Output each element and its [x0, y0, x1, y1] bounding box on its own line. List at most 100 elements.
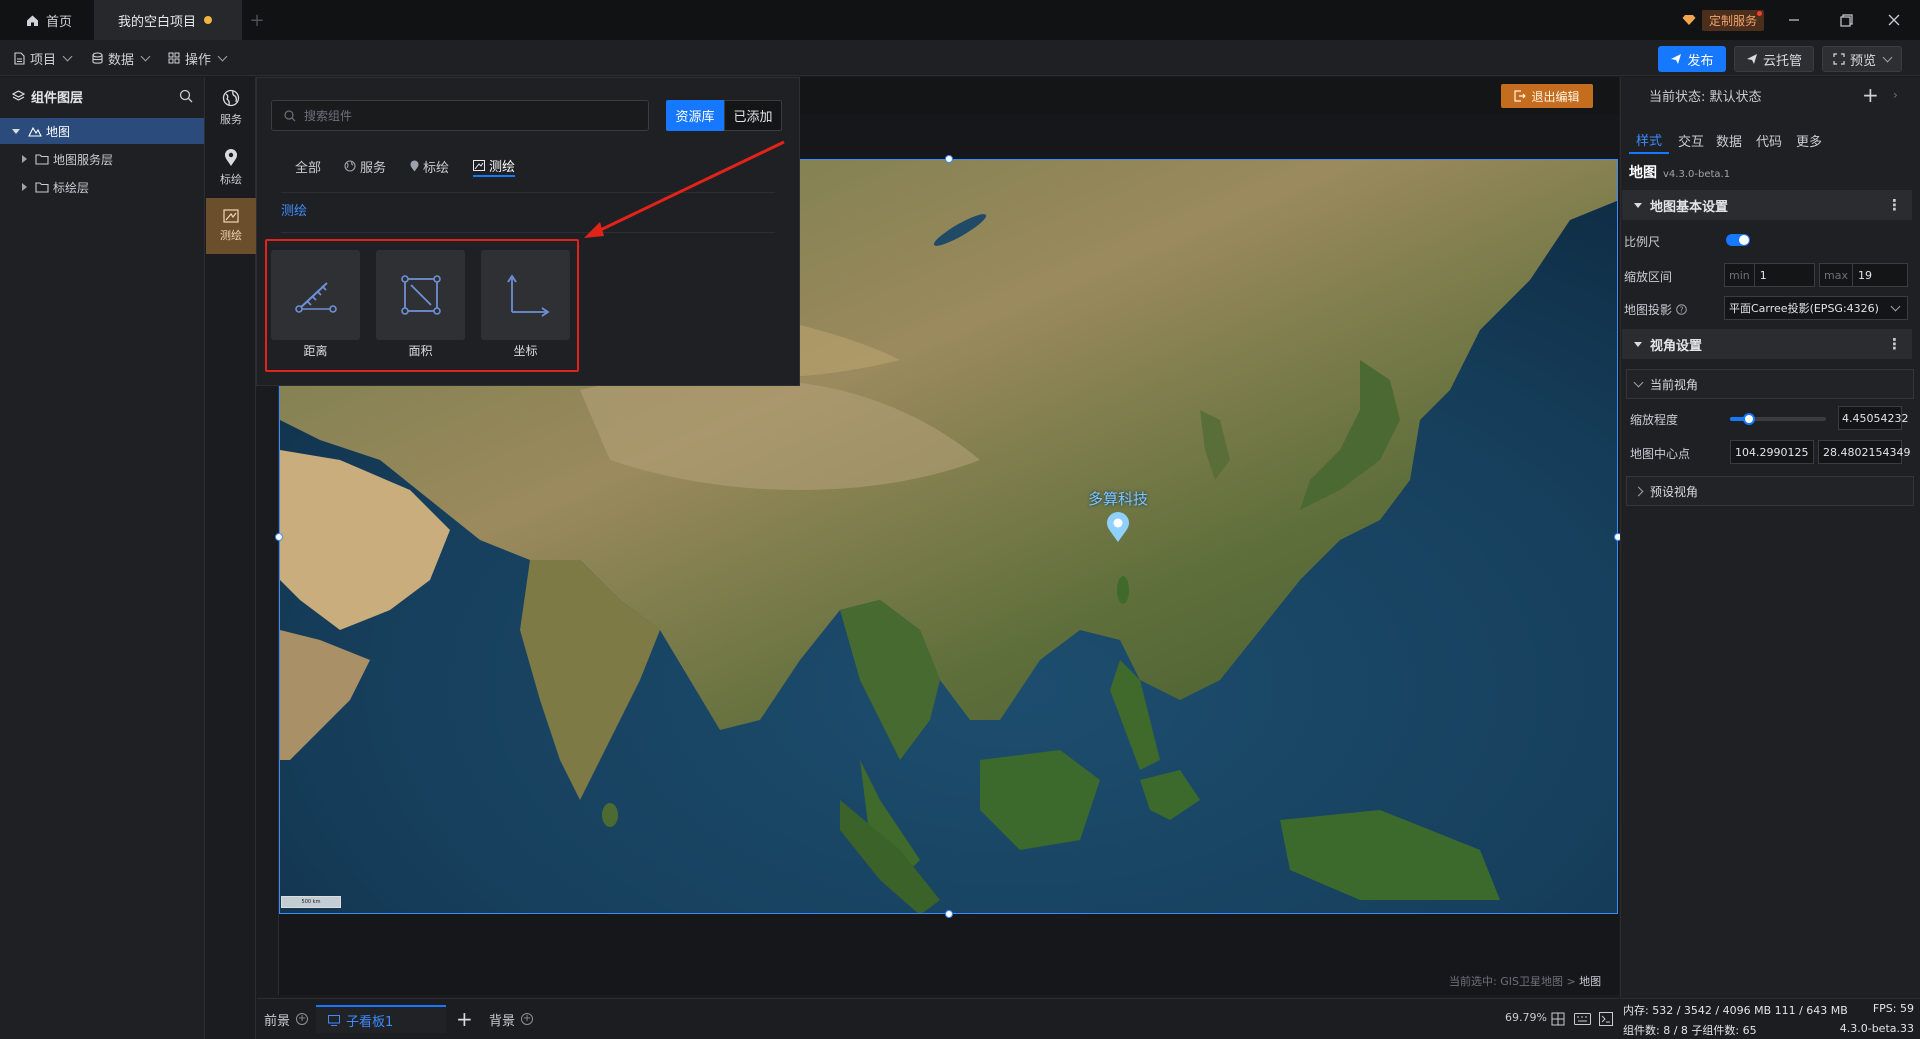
resize-handle-left[interactable]: [275, 533, 283, 541]
segment-added[interactable]: 已添加: [724, 100, 782, 131]
tab-more[interactable]: 更多: [1792, 126, 1826, 154]
preset-view-group[interactable]: 预设视角: [1626, 476, 1914, 506]
more-vertical-icon[interactable]: ⋮: [1887, 196, 1902, 214]
tab-project[interactable]: 我的空白项目: [94, 0, 242, 40]
center-lat-input[interactable]: 28.4802154349: [1818, 440, 1910, 464]
restore-button[interactable]: [1822, 0, 1870, 40]
resize-handle-top[interactable]: [945, 155, 953, 163]
selection-target[interactable]: 地图: [1579, 975, 1601, 988]
preview-label: 预览: [1849, 53, 1876, 69]
chevron-right-icon[interactable]: ›: [1893, 88, 1898, 102]
tree-item-label: 地图服务层: [53, 152, 114, 167]
zoom-degree-label: 缩放程度: [1630, 413, 1679, 427]
selection-breadcrumb: 当前选中: GIS卫星地图 > 地图: [1449, 973, 1601, 989]
layers-icon: [12, 89, 25, 101]
add-circle-icon[interactable]: +: [296, 1013, 309, 1025]
foreground-tab[interactable]: 前景 +: [264, 1005, 309, 1033]
center-lng-input[interactable]: 104.2990125: [1730, 440, 1814, 464]
tree-item-map[interactable]: 地图: [0, 118, 204, 144]
cloud-host-label: 云托管: [1762, 53, 1802, 69]
canvas-zoom-level[interactable]: 69.79%: [1505, 1011, 1547, 1024]
custom-service-button[interactable]: 定制服务: [1682, 9, 1765, 31]
chevron-down-icon: [217, 51, 228, 61]
tab-data[interactable]: 数据: [1712, 126, 1746, 154]
location-pin-icon: [1107, 512, 1129, 542]
location-pin-icon: [410, 160, 419, 172]
tab-interaction[interactable]: 交互: [1674, 126, 1708, 154]
caret-down-icon: [1634, 341, 1642, 347]
menu-project[interactable]: 项目: [14, 40, 73, 76]
tab-code[interactable]: 代码: [1752, 126, 1786, 154]
map-marker[interactable]: 多算科技: [1088, 488, 1148, 543]
section-title: 地图基本设置: [1650, 199, 1729, 215]
menu-data[interactable]: 数据: [92, 40, 151, 76]
background-label: 背景: [489, 1013, 516, 1029]
caret-right-icon: [22, 155, 27, 163]
new-tab-button[interactable]: +: [242, 0, 272, 40]
tab-project-label: 我的空白项目: [118, 14, 197, 30]
zoom-max-input[interactable]: max 19: [1819, 263, 1908, 287]
add-subboard-button[interactable]: +: [456, 1005, 473, 1033]
help-icon[interactable]: ?: [1676, 304, 1687, 315]
caret-down-icon: [12, 128, 20, 134]
rail-item-survey[interactable]: 测绘: [206, 198, 256, 254]
close-icon: [1888, 14, 1900, 26]
cloud-host-button[interactable]: 云托管: [1734, 46, 1814, 72]
publish-button[interactable]: 发布: [1658, 46, 1726, 72]
globe-icon: [344, 160, 356, 172]
rail-label: 标绘: [220, 173, 242, 186]
background-tab[interactable]: 背景 +: [489, 1005, 534, 1033]
custom-service-label: 定制服务: [1702, 9, 1765, 31]
rail-item-service[interactable]: 服务: [206, 80, 256, 136]
terminal-icon[interactable]: [1599, 1012, 1613, 1026]
tab-home-label: 首页: [46, 14, 73, 30]
section-view-settings[interactable]: 视角设置 ⋮: [1622, 329, 1912, 359]
zoom-min-input[interactable]: min 1: [1724, 263, 1815, 287]
annotation-arrow-icon: [584, 140, 785, 238]
component-search-input[interactable]: [304, 108, 624, 123]
current-view-group[interactable]: 当前视角: [1626, 369, 1914, 399]
chevron-down-icon: [140, 51, 151, 61]
minimize-button[interactable]: [1770, 0, 1818, 40]
component-count: 组件数: 8 / 8 子组件数: 65: [1623, 1024, 1757, 1037]
menu-operate[interactable]: 操作: [168, 40, 228, 76]
add-circle-icon[interactable]: +: [521, 1013, 534, 1025]
menu-operate-label: 操作: [185, 52, 212, 68]
memory-stats: 内存: 532 / 3542 / 4096 MB 111 / 643 MB: [1623, 1004, 1848, 1017]
close-window-button[interactable]: [1870, 0, 1918, 40]
map-marker-label: 多算科技: [1088, 490, 1149, 508]
lib-tab-all[interactable]: 全部: [295, 155, 321, 177]
tab-style[interactable]: 样式: [1629, 126, 1669, 154]
title-bar: [0, 0, 1920, 40]
chevron-down-icon: [1890, 301, 1901, 311]
component-search-box[interactable]: [271, 100, 649, 131]
tab-home[interactable]: 首页: [0, 0, 94, 40]
tree-item-marker-layer[interactable]: 标绘层: [0, 174, 204, 200]
current-state-selector[interactable]: 当前状态: 默认状态: [1649, 86, 1762, 105]
send-icon: [1671, 54, 1682, 64]
exit-edit-button[interactable]: 退出编辑: [1501, 84, 1593, 108]
add-state-button[interactable]: +: [1862, 83, 1879, 107]
fit-screen-icon[interactable]: [1551, 1012, 1565, 1026]
lib-tab-marker[interactable]: 标绘: [410, 155, 449, 177]
resize-handle-bottom[interactable]: [945, 910, 953, 918]
segment-resource-library[interactable]: 资源库: [666, 100, 724, 131]
section-map-basic-settings[interactable]: 地图基本设置 ⋮: [1622, 190, 1912, 220]
lib-section-title: 测绘: [281, 204, 308, 219]
more-vertical-icon[interactable]: ⋮: [1887, 335, 1902, 353]
lib-tab-service[interactable]: 服务: [344, 155, 386, 177]
input-prefix: min: [1725, 264, 1755, 286]
subboard-tab[interactable]: 子看板1: [316, 1005, 446, 1033]
zoom-degree-input[interactable]: 4.45054232: [1838, 406, 1908, 430]
keyboard-icon[interactable]: [1574, 1013, 1591, 1025]
tree-item-label: 地图: [46, 124, 71, 139]
tree-item-map-service-layer[interactable]: 地图服务层: [0, 146, 204, 172]
fullscreen-icon: [1833, 53, 1845, 65]
scale-toggle[interactable]: [1726, 234, 1750, 246]
preview-button[interactable]: 预览: [1822, 46, 1902, 72]
rail-item-marker[interactable]: 标绘: [206, 140, 256, 196]
projection-select[interactable]: 平面Carree投影(EPSG:4326): [1724, 296, 1908, 320]
foreground-label: 前景: [264, 1013, 291, 1029]
search-icon[interactable]: [179, 89, 193, 103]
lib-tab-survey[interactable]: 测绘: [473, 155, 516, 177]
